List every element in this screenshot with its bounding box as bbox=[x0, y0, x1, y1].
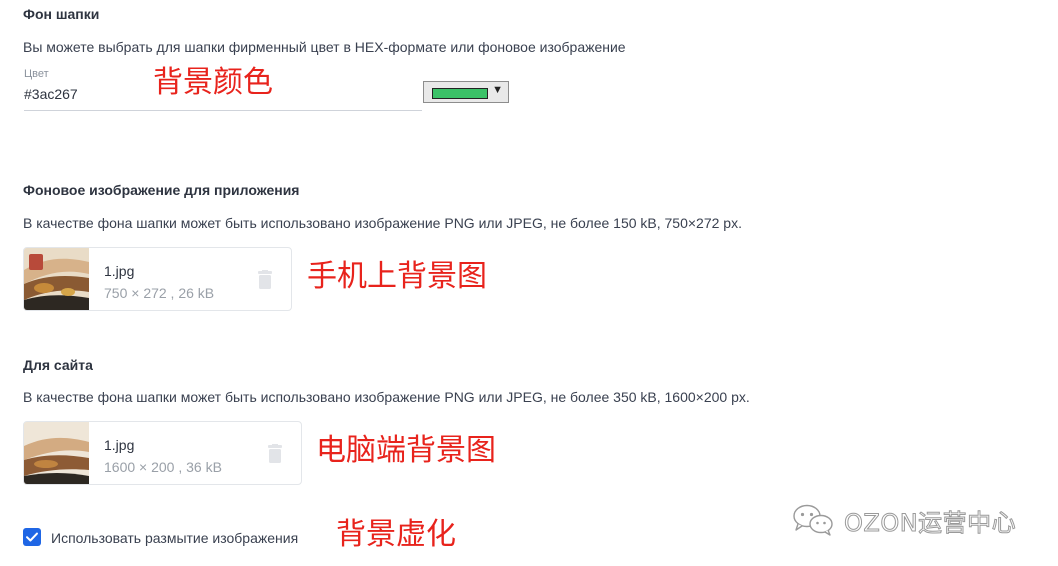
color-picker-button[interactable]: ▼ bbox=[423, 81, 509, 103]
image-thumbnail bbox=[24, 422, 89, 484]
wechat-icon bbox=[793, 504, 833, 536]
section-description-site-background: В качестве фона шапки может быть использ… bbox=[23, 389, 750, 405]
color-field-value[interactable]: #3ac267 bbox=[24, 86, 78, 102]
watermark-text: OZON运营中心 bbox=[843, 508, 1017, 537]
color-swatch bbox=[432, 88, 488, 99]
file-name: 1.jpg bbox=[104, 437, 135, 453]
file-meta: 750 × 272 , 26 kB bbox=[104, 285, 215, 301]
section-title-app-background: Фоновое изображение для приложения bbox=[23, 182, 300, 198]
annotation-blur: 背景虚化 bbox=[336, 517, 456, 552]
annotation-background-color: 背景颜色 bbox=[153, 65, 273, 100]
file-name: 1.jpg bbox=[104, 263, 135, 279]
blur-checkbox[interactable] bbox=[23, 528, 41, 546]
page: Фон шапки Вы можете выбрать для шапки фи… bbox=[0, 0, 1058, 566]
section-description-app-background: В качестве фона шапки может быть использ… bbox=[23, 215, 742, 231]
watermark: OZON运营中心 bbox=[790, 502, 1016, 538]
annotation-desktop-background: 电脑端背景图 bbox=[316, 433, 496, 468]
trash-icon[interactable] bbox=[256, 270, 274, 290]
dropdown-arrow-icon: ▼ bbox=[492, 84, 503, 96]
color-field-label: Цвет bbox=[24, 68, 49, 80]
file-card-app-background: 1.jpg 750 × 272 , 26 kB bbox=[23, 247, 292, 311]
check-icon bbox=[26, 532, 38, 542]
file-card-site-background: 1.jpg 1600 × 200 , 36 kB bbox=[23, 421, 302, 485]
annotation-mobile-background: 手机上背景图 bbox=[307, 259, 487, 294]
blur-checkbox-label[interactable]: Использовать размытие изображения bbox=[51, 530, 298, 546]
image-thumbnail bbox=[24, 248, 89, 310]
section-title-header-background: Фон шапки bbox=[23, 6, 100, 22]
section-description-header-background: Вы можете выбрать для шапки фирменный цв… bbox=[23, 39, 626, 55]
section-title-site-background: Для сайта bbox=[23, 357, 93, 373]
trash-icon[interactable] bbox=[266, 444, 284, 464]
file-meta: 1600 × 200 , 36 kB bbox=[104, 459, 222, 475]
